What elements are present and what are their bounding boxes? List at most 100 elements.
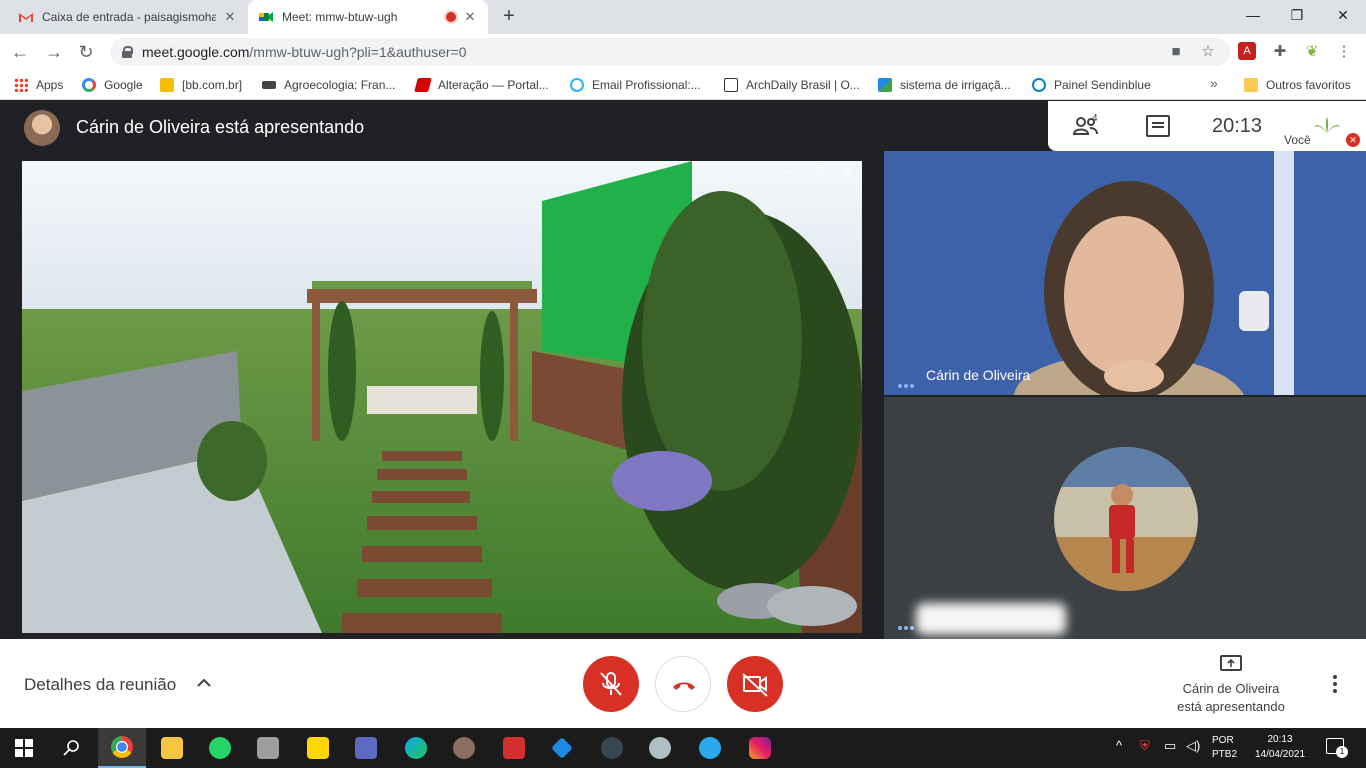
more-options-dots-icon[interactable] [898,375,918,388]
participant-video [884,151,1366,395]
self-avatar[interactable] [1312,115,1342,135]
presenting-status[interactable]: Cárin de Oliveira está apresentando [1160,680,1302,716]
bookmark-google[interactable]: Google [82,76,143,94]
more-bookmarks-button[interactable]: » [1210,75,1218,91]
folder-icon [1244,78,1258,92]
sticky-notes-icon[interactable] [294,728,342,768]
input-language[interactable]: POR PTB2 [1212,734,1237,762]
tab-title: Meet: mmw-btuw-ugh [282,10,398,24]
bookmark-alteracao[interactable]: Alteração — Portal... [414,76,549,94]
pdf-extension-icon[interactable]: A [1238,42,1256,60]
irrigacao-icon [878,78,892,92]
notification-count-badge: 1 [1336,746,1348,758]
mic-toggle-button[interactable] [583,656,639,712]
bookmark-email[interactable]: Email Profissional:... [570,76,701,94]
whatsapp-icon[interactable] [196,728,244,768]
close-window-button[interactable]: ✕ [1320,0,1366,30]
bookmark-label: Outros favoritos [1266,78,1351,92]
tab-meet[interactable]: Meet: mmw-btuw-ugh ✕ [248,0,488,34]
close-icon[interactable]: ✕ [462,9,478,25]
garden-app-icon[interactable] [440,728,488,768]
maximize-icon: ❐ [814,166,824,178]
close-icon[interactable]: ✕ [222,9,238,25]
bookmark-archdaily[interactable]: ArchDaily Brasil | O... [724,76,860,94]
meet-header-controls: 4 20:13 Você ✕ [1048,101,1366,151]
forward-icon[interactable]: → [42,40,66,64]
extensions-puzzle-icon[interactable]: ✚ [1270,42,1290,62]
network-app-icon[interactable] [636,728,684,768]
avatar [1054,447,1198,591]
browser-toolbar: ← → ↻ meet.google.com/mmw-btuw-ugh?pli=1… [0,34,1366,70]
language-code: POR [1212,735,1234,746]
bookmarks-bar: Apps Google [bb.com.br] Agroecologia: Fr… [0,70,1366,100]
camera-toggle-button[interactable] [727,656,783,712]
mic-off-icon: ✕ [1346,133,1360,147]
bookmark-label: Alteração — Portal... [438,78,549,92]
leave-call-button[interactable] [655,656,711,712]
restore-button[interactable]: ❐ [1274,0,1320,30]
davinci-icon[interactable] [588,728,636,768]
profile-leaf-icon[interactable]: ❦ [1302,42,1322,62]
sketchup-icon[interactable] [490,728,538,768]
show-hidden-icons-icon[interactable]: ^ [1116,738,1122,753]
new-tab-button[interactable]: + [498,6,520,28]
chrome-taskbar-icon[interactable] [98,728,146,768]
file-explorer-icon[interactable] [148,728,196,768]
minimize-button[interactable]: — [1230,0,1276,30]
windows-start-icon[interactable] [0,728,48,768]
antivirus-tray-icon[interactable]: ⛨ [1140,738,1150,754]
reload-icon[interactable]: ↻ [74,40,98,64]
volume-tray-icon[interactable]: ◁) [1186,738,1200,754]
bookmark-agroecologia[interactable]: Agroecologia: Fran... [262,76,395,94]
presenter-name: Cárin de Oliveira [1182,681,1280,696]
network-tray-icon[interactable]: ▭ [1164,738,1176,754]
participant-tile-carin[interactable] [884,151,1366,395]
chat-icon[interactable] [1146,115,1170,137]
recording-icon [446,12,456,22]
bookmark-label: Google [104,78,143,92]
more-options-dots-icon[interactable] [898,617,918,630]
address-bar[interactable]: meet.google.com/mmw-btuw-ugh?pli=1&authu… [110,38,1230,66]
agro-icon [262,81,276,89]
url-host: meet.google.com [142,44,250,60]
bb-icon [160,78,174,92]
drawing-app-icon[interactable] [342,728,390,768]
system-clock[interactable]: 20:13 14/04/2021 [1240,732,1320,762]
bookmark-star-icon[interactable]: ☆ [1198,42,1218,62]
garden-render-image [22,161,862,633]
chevron-up-icon[interactable] [196,675,212,691]
camera-in-use-icon[interactable]: ■ [1166,42,1186,62]
people-count: 4 [1092,113,1098,124]
bookmark-label: sistema de irrigaçã... [900,78,1011,92]
calculator-icon[interactable] [244,728,292,768]
lock-icon [122,46,133,58]
keyboard-layout: PTB2 [1212,749,1238,760]
bookmark-irrigacao[interactable]: sistema de irrigaçã... [878,76,1011,94]
arrow-app-icon[interactable] [538,728,586,768]
instagram-icon[interactable] [736,728,784,768]
avatar [24,110,60,146]
meeting-details-button[interactable]: Detalhes da reunião [24,675,176,695]
sendinblue-icon [1032,78,1046,92]
telegram-icon[interactable] [686,728,734,768]
google-icon [82,78,96,92]
bookmark-label: Painel Sendinblue [1054,78,1151,92]
presenting-banner-text: Cárin de Oliveira está apresentando [76,117,365,137]
menu-kebab-icon[interactable]: ⋮ [1334,42,1354,62]
more-options-icon[interactable] [1330,675,1340,695]
portal-icon [414,78,432,92]
edge-icon[interactable] [392,728,440,768]
search-icon[interactable] [48,728,96,768]
apps-grid-icon [14,78,28,92]
hang-up-icon [673,682,695,690]
bookmark-sendinblue[interactable]: Painel Sendinblue [1032,76,1151,94]
minimize-icon: — [784,166,795,178]
back-icon[interactable]: ← [8,40,32,64]
other-bookmarks-folder[interactable]: Outros favoritos [1244,76,1351,94]
present-screen-icon[interactable] [1220,655,1242,671]
bookmark-bb[interactable]: [bb.com.br] [160,76,242,94]
meeting-controls-bar: Detalhes da reunião Cárin de Oliveira es… [0,639,1366,728]
bookmark-apps[interactable]: Apps [14,76,63,94]
tab-gmail[interactable]: Caixa de entrada - paisagismoha ✕ [8,0,248,34]
close-icon: ✕ [843,166,852,178]
